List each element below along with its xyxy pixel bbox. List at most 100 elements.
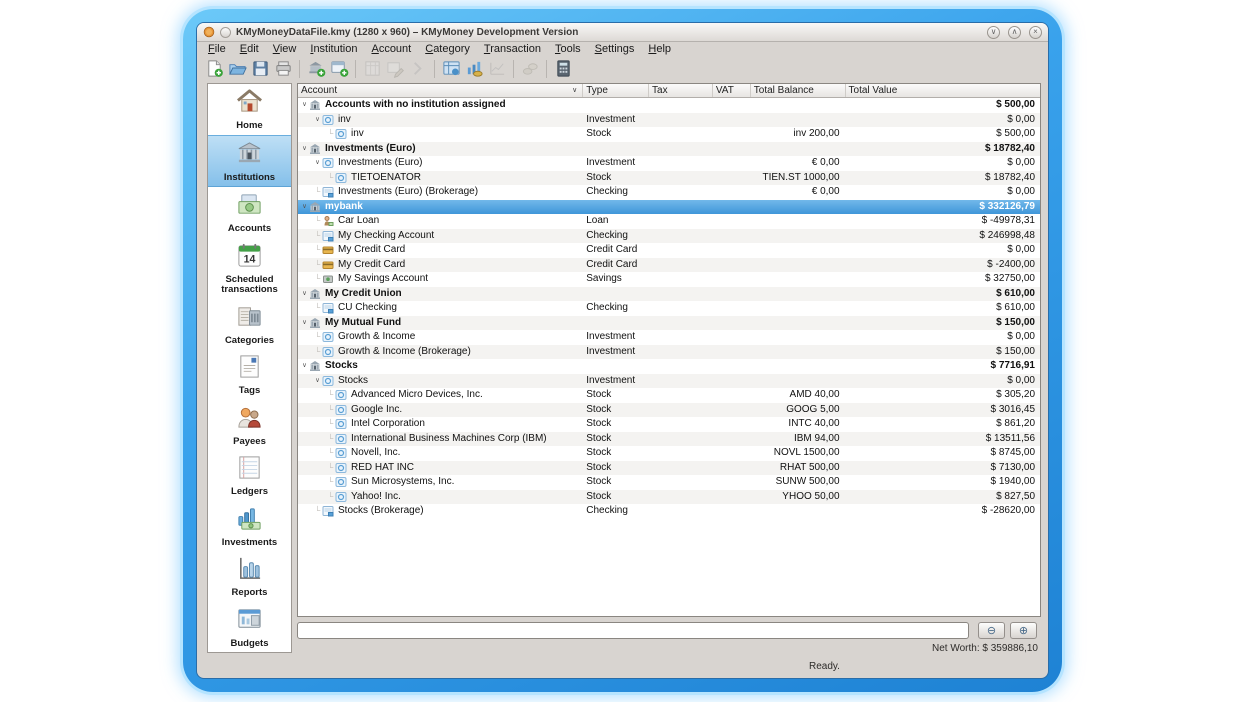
- sidebar-item-institutions[interactable]: Institutions: [208, 135, 291, 188]
- loan-account-icon: [322, 215, 335, 227]
- new-institution-icon[interactable]: [306, 59, 326, 79]
- titlebar[interactable]: KMyMoneyDataFile.kmy (1280 x 960) – KMyM…: [197, 23, 1048, 42]
- account-row-my-mutual-fund[interactable]: ∨My Mutual Fund$ 150,00: [298, 316, 1040, 331]
- account-row-my-savings-account[interactable]: └My Savings AccountSavings$ 32750,00: [298, 272, 1040, 287]
- maximize-button[interactable]: ∧: [1008, 26, 1021, 39]
- menu-view[interactable]: View: [266, 42, 304, 57]
- account-row-stocks-brokerage[interactable]: └Stocks (Brokerage)Checking$ -28620,00: [298, 504, 1040, 519]
- collapse-all-button[interactable]: ⊖: [978, 622, 1005, 639]
- account-type: Investment: [582, 113, 648, 128]
- menu-settings[interactable]: Settings: [588, 42, 642, 57]
- account-row-international-business-machines-corp-ibm[interactable]: └International Business Machines Corp (I…: [298, 432, 1040, 447]
- column-header-vat[interactable]: VAT: [712, 84, 750, 97]
- ledgers-view-icon[interactable]: [441, 59, 461, 79]
- account-row-mybank[interactable]: ∨mybank$ 332126,79: [298, 200, 1040, 215]
- filter-input[interactable]: [297, 622, 969, 639]
- menu-institution[interactable]: Institution: [303, 42, 364, 57]
- account-row-my-credit-union[interactable]: ∨My Credit Union$ 610,00: [298, 287, 1040, 302]
- account-type: Investment: [582, 156, 648, 171]
- total-value: $ 18782,40: [845, 171, 1040, 186]
- expand-arrow-icon[interactable]: ∨: [300, 142, 309, 157]
- account-row-my-credit-card[interactable]: └My Credit CardCredit Card$ 0,00: [298, 243, 1040, 258]
- sidebar-item-payees[interactable]: Payees: [208, 400, 291, 451]
- column-header-total-value[interactable]: Total Value: [845, 84, 1040, 97]
- account-row-sun-microsystems-inc[interactable]: └Sun Microsystems, Inc.StockSUNW 500,00$…: [298, 475, 1040, 490]
- account-row-advanced-micro-devices-inc[interactable]: └Advanced Micro Devices, Inc.StockAMD 40…: [298, 388, 1040, 403]
- column-header-total-balance[interactable]: Total Balance: [750, 84, 845, 97]
- sidebar-item-forecast[interactable]: Forecast: [208, 652, 291, 653]
- screenshot-frame: KMyMoneyDataFile.kmy (1280 x 960) – KMyM…: [183, 9, 1062, 692]
- expand-arrow-icon[interactable]: ∨: [300, 316, 309, 331]
- account-row-investments-euro[interactable]: ∨Investments (Euro)$ 18782,40: [298, 142, 1040, 157]
- institutions-icon: [209, 140, 290, 172]
- menu-account[interactable]: Account: [364, 42, 418, 57]
- app-window: KMyMoneyDataFile.kmy (1280 x 960) – KMyM…: [196, 22, 1049, 679]
- new-account-icon[interactable]: [329, 59, 349, 79]
- account-row-car-loan[interactable]: └Car LoanLoan$ -49978,31: [298, 214, 1040, 229]
- sidebar-item-label: Accounts: [209, 224, 290, 235]
- tree-branch-icon: └: [313, 243, 322, 258]
- account-row-growth-income-brokerage[interactable]: └Growth & Income (Brokerage)Investment$ …: [298, 345, 1040, 360]
- account-row-my-checking-account[interactable]: └My Checking AccountChecking$ 246998,48: [298, 229, 1040, 244]
- invest-account-icon: [322, 346, 335, 358]
- accounts-tree: ∨Accounts with no institution assigned$ …: [298, 98, 1040, 519]
- sidebar-item-accounts[interactable]: Accounts: [208, 187, 291, 238]
- menu-tools[interactable]: Tools: [548, 42, 588, 57]
- menu-help[interactable]: Help: [641, 42, 678, 57]
- minimize-button[interactable]: ∨: [987, 26, 1000, 39]
- menu-transaction[interactable]: Transaction: [477, 42, 548, 57]
- sidebar-item-tags[interactable]: Tags: [208, 349, 291, 400]
- expand-arrow-icon[interactable]: ∨: [313, 113, 322, 128]
- account-row-accounts-with-no-institution-assigned[interactable]: ∨Accounts with no institution assigned$ …: [298, 98, 1040, 113]
- account-row-growth-income[interactable]: └Growth & IncomeInvestment$ 0,00: [298, 330, 1040, 345]
- tree-branch-icon: └: [326, 403, 335, 418]
- shade-button[interactable]: [220, 27, 231, 38]
- close-button[interactable]: ×: [1029, 26, 1042, 39]
- account-row-intel-corporation[interactable]: └Intel CorporationStockINTC 40,00$ 861,2…: [298, 417, 1040, 432]
- sidebar-item-home[interactable]: Home: [208, 84, 291, 135]
- view-sidebar: HomeInstitutions Accounts 14Scheduled tran…: [207, 83, 292, 653]
- sidebar-item-investments[interactable]: Investments: [208, 501, 291, 552]
- menu-category[interactable]: Category: [418, 42, 477, 57]
- account-row-stocks[interactable]: ∨StocksInvestment$ 0,00: [298, 374, 1040, 389]
- column-header-account[interactable]: Account∨: [298, 84, 582, 97]
- expand-all-button[interactable]: ⊕: [1010, 622, 1037, 639]
- new-file-icon[interactable]: [204, 59, 224, 79]
- sidebar-item-categories[interactable]: Categories: [208, 299, 291, 350]
- account-type: Savings: [582, 272, 648, 287]
- open-file-icon[interactable]: [227, 59, 247, 79]
- sidebar-item-scheduled-transactions[interactable]: 14Scheduled transactions: [208, 238, 291, 299]
- expand-arrow-icon[interactable]: ∨: [300, 287, 309, 302]
- expand-arrow-icon[interactable]: ∨: [300, 359, 309, 374]
- expand-arrow-icon[interactable]: ∨: [313, 156, 322, 171]
- account-row-investments-euro[interactable]: ∨Investments (Euro)Investment€ 0,00$ 0,0…: [298, 156, 1040, 171]
- column-header-type[interactable]: Type: [582, 84, 648, 97]
- checking-account-icon: [322, 505, 335, 517]
- expand-arrow-icon[interactable]: ∨: [300, 200, 309, 215]
- menu-file[interactable]: File: [201, 42, 233, 57]
- account-row-google-inc[interactable]: └Google Inc.StockGOOG 5,00$ 3016,45: [298, 403, 1040, 418]
- print-icon[interactable]: [273, 59, 293, 79]
- sidebar-item-reports[interactable]: Reports: [208, 551, 291, 602]
- investments-view-icon[interactable]: [464, 59, 484, 79]
- account-row-novell-inc[interactable]: └Novell, Inc.StockNOVL 1500,00$ 8745,00: [298, 446, 1040, 461]
- save-file-icon[interactable]: [250, 59, 270, 79]
- expand-arrow-icon[interactable]: ∨: [313, 374, 322, 389]
- account-row-inv[interactable]: ∨invInvestment$ 0,00: [298, 113, 1040, 128]
- account-row-yahoo-inc[interactable]: └Yahoo! Inc.StockYHOO 50,00$ 827,50: [298, 490, 1040, 505]
- total-balance: IBM 94,00: [750, 432, 845, 447]
- account-row-cu-checking[interactable]: └CU CheckingChecking$ 610,00: [298, 301, 1040, 316]
- account-row-inv[interactable]: └invStockinv 200,00$ 500,00: [298, 127, 1040, 142]
- sidebar-item-budgets[interactable]: Budgets: [208, 602, 291, 653]
- menu-edit[interactable]: Edit: [233, 42, 266, 57]
- account-type: Credit Card: [582, 258, 648, 273]
- account-row-stocks[interactable]: ∨Stocks$ 7716,91: [298, 359, 1040, 374]
- account-row-red-hat-inc[interactable]: └RED HAT INCStockRHAT 500,00$ 7130,00: [298, 461, 1040, 476]
- column-header-tax[interactable]: Tax: [648, 84, 712, 97]
- account-row-tietoenator[interactable]: └TIETOENATORStockTIEN.ST 1000,00$ 18782,…: [298, 171, 1040, 186]
- sidebar-item-ledgers[interactable]: Ledgers: [208, 450, 291, 501]
- calculator-icon[interactable]: [553, 59, 573, 79]
- account-row-investments-euro-brokerage[interactable]: └Investments (Euro) (Brokerage)Checking€…: [298, 185, 1040, 200]
- account-row-my-credit-card[interactable]: └My Credit CardCredit Card$ -2400,00: [298, 258, 1040, 273]
- expand-arrow-icon[interactable]: ∨: [300, 98, 309, 113]
